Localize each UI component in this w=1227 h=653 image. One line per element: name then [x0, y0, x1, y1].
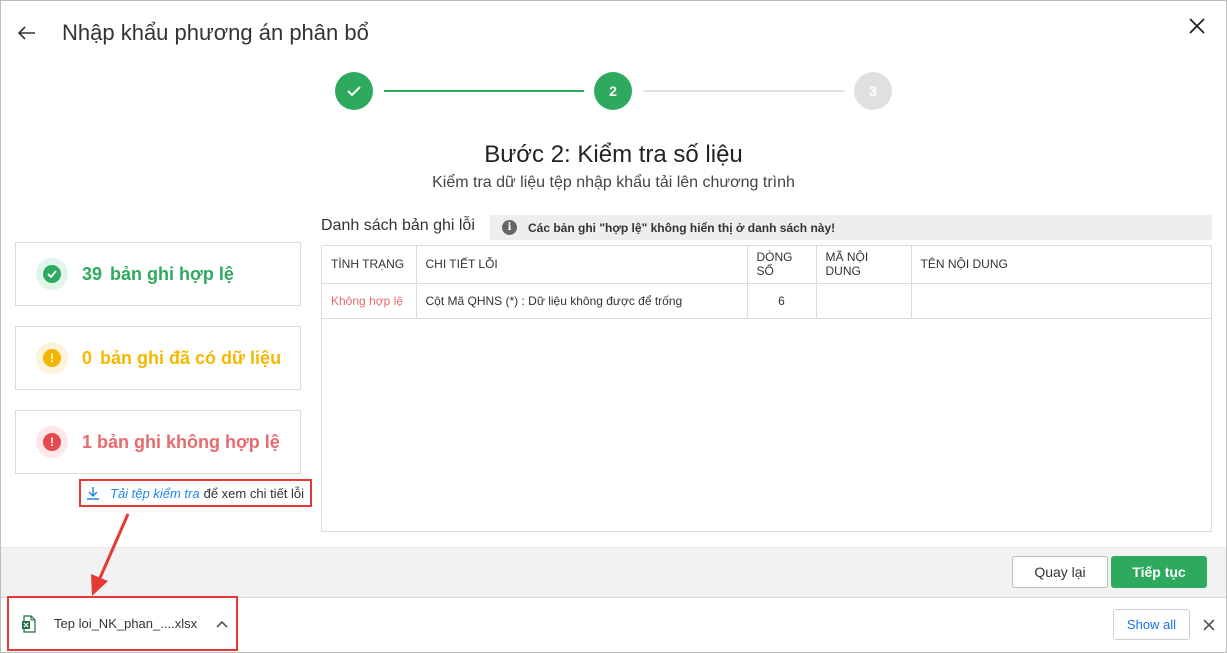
column-header-name: TÊN NỘI DUNG [911, 246, 1211, 284]
existing-label: bản ghi đã có dữ liệu [100, 347, 282, 368]
valid-records-notice: i Các bản ghi "hợp lệ" không hiển thị ở … [490, 215, 1212, 240]
step-connector-2 [643, 90, 845, 92]
download-icon[interactable] [85, 485, 101, 501]
excel-file-icon [22, 614, 36, 633]
download-check-file-hint: để xem chi tiết lỗi [203, 485, 305, 501]
row-detail: Cột Mã QHNS (*) : Dữ liệu không được để … [416, 283, 748, 319]
error-list-title: Danh sách bản ghi lỗi [321, 217, 475, 234]
notice-text: Các bản ghi "hợp lệ" không hiển thị ở da… [528, 220, 836, 235]
step-1-done [335, 72, 373, 110]
column-header-status: TÌNH TRẠNG [322, 246, 417, 284]
continue-button[interactable]: Tiếp tục [1111, 556, 1207, 588]
download-check-file-box: Tải tệp kiểm tra để xem chi tiết lỗi [79, 479, 312, 507]
row-code [816, 283, 912, 319]
downloaded-file-name: Tep loi_NK_phan_....xlsx [54, 616, 198, 631]
info-icon: i [502, 220, 517, 235]
step-2-active: 2 [594, 72, 632, 110]
back-arrow-icon[interactable] [14, 20, 40, 46]
valid-records-card: 39 bản ghi hợp lệ [15, 242, 301, 306]
column-header-line: DÒNG SỐ [747, 246, 817, 284]
error-table: TÌNH TRẠNG CHI TIẾT LỖI DÒNG SỐ MÃ NỘI D… [321, 245, 1212, 532]
step-connector-1 [384, 90, 584, 92]
table-header-row: TÌNH TRẠNG CHI TIẾT LỖI DÒNG SỐ MÃ NỘI D… [322, 246, 1211, 284]
row-status: Không hợp lệ [322, 283, 417, 319]
download-check-file-link[interactable]: Tải tệp kiểm tra [110, 486, 200, 501]
dialog-title: Nhập khẩu phương án phân bổ [62, 20, 369, 45]
existing-count: 0 [82, 347, 93, 368]
row-line: 6 [747, 283, 817, 319]
table-row[interactable]: Không hợp lệ Cột Mã QHNS (*) : Dữ liệu k… [322, 283, 1211, 319]
downloaded-file-item[interactable]: Tep loi_NK_phan_....xlsx [7, 596, 238, 651]
step-3-pending: 3 [854, 72, 892, 110]
check-icon [347, 86, 361, 97]
step-heading: Bước 2: Kiểm tra số liệu [484, 141, 743, 168]
existing-records-card: ! 0 bản ghi đã có dữ liệu [15, 326, 301, 390]
show-all-button[interactable]: Show all [1113, 609, 1190, 640]
column-header-code: MÃ NỘI DUNG [816, 246, 912, 284]
row-name [911, 283, 1211, 319]
check-circle-icon [36, 258, 68, 290]
column-header-detail: CHI TIẾT LỖI [416, 246, 748, 284]
chevron-up-icon[interactable] [215, 617, 229, 631]
error-circle-icon: ! [36, 426, 68, 458]
invalid-count: 1 [82, 431, 93, 452]
valid-label: bản ghi hợp lệ [110, 263, 234, 284]
warning-circle-icon: ! [36, 342, 68, 374]
back-button[interactable]: Quay lại [1012, 556, 1108, 588]
invalid-label: bản ghi không hợp lệ [97, 431, 280, 452]
close-icon[interactable] [1184, 13, 1210, 39]
valid-count: 39 [82, 263, 103, 284]
step-subheading: Kiểm tra dữ liệu tệp nhập khẩu tải lên c… [432, 174, 795, 191]
download-bar-close-icon[interactable] [1199, 615, 1219, 635]
invalid-records-card: ! 1 bản ghi không hợp lệ [15, 410, 301, 474]
